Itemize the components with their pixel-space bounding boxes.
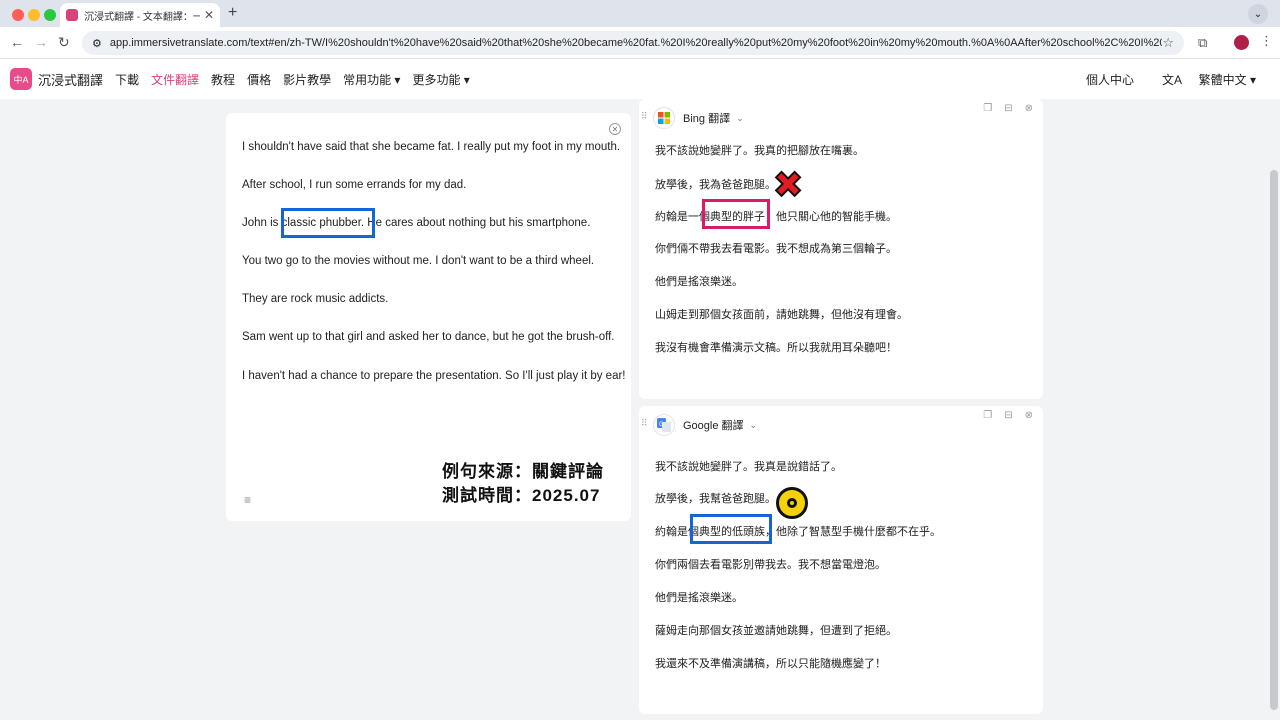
language-selector[interactable]: 文A 繁體中文 ▾ xyxy=(1148,71,1256,88)
highlight-box-phubber xyxy=(281,208,375,238)
engine-name: Google 翻譯 xyxy=(683,420,744,432)
wrong-cross-icon: ✖ xyxy=(772,164,804,205)
highlight-box-wrong xyxy=(702,199,770,229)
browser-tab-bar: 沉浸式翻譯 - 文本翻譯：一鍵翻 ✕ + ⌄ xyxy=(0,0,1280,27)
microsoft-logo-icon xyxy=(653,107,675,129)
engine-name: Bing 翻譯 xyxy=(683,113,731,125)
language-selector-label: 繁體中文 ▾ xyxy=(1198,73,1256,87)
address-toolbar: ← → ↻ ⚙ app.immersivetranslate.com/text#… xyxy=(0,27,1280,59)
copy-icon[interactable]: ❐ xyxy=(983,103,992,114)
profile-avatar[interactable] xyxy=(1234,35,1249,50)
nav-more-features[interactable]: 更多功能 ▾ xyxy=(412,71,469,88)
source-line: They are rock music addicts. xyxy=(242,293,389,305)
tab-search-chevron-icon[interactable]: ⌄ xyxy=(1248,4,1268,24)
translation-line: 他們是搖滾樂迷。 xyxy=(655,592,743,604)
reload-icon[interactable]: ↻ xyxy=(58,34,70,51)
immersive-translate-logo-icon[interactable]: 中A xyxy=(10,68,32,90)
bookmark-star-icon[interactable]: ☆ xyxy=(1162,35,1174,51)
page-scrollbar[interactable] xyxy=(1270,170,1278,710)
nav-common-features[interactable]: 常用功能 ▾ xyxy=(343,71,400,88)
source-line: Sam went up to that girl and asked her t… xyxy=(242,331,615,343)
close-window-button[interactable] xyxy=(12,9,24,21)
extensions-puzzle-icon[interactable]: ⧉ xyxy=(1198,35,1207,51)
tab-favicon-icon xyxy=(66,9,78,21)
browser-tab[interactable]: 沉浸式翻譯 - 文本翻譯：一鍵翻 ✕ xyxy=(60,3,220,27)
browser-menu-icon[interactable]: ⋮ xyxy=(1260,33,1273,49)
translation-line: 山姆走到那個女孩面前，請她跳舞，但他沒有理會。 xyxy=(655,309,908,321)
translation-line: 你們兩個去看電影別帶我去。我不想當電燈泡。 xyxy=(655,559,886,571)
translation-line: 放學後，我幫爸爸跑腿。 xyxy=(655,493,776,505)
tab-close-icon[interactable]: ✕ xyxy=(204,8,214,22)
engine-selector-google[interactable]: G Google 翻譯 ⌄ xyxy=(653,414,757,436)
translation-line: 我還來不及準備演講稿，所以只能隨機應變了！ xyxy=(655,658,886,670)
google-translate-logo-icon: G xyxy=(653,414,675,436)
source-line: You two go to the movies without me. I d… xyxy=(242,255,595,267)
nav-tutorial[interactable]: 教程 xyxy=(211,71,235,88)
translation-line: 放學後，我為爸爸跑腿。 xyxy=(655,179,776,191)
highlight-box-correct xyxy=(690,514,772,544)
clear-text-icon[interactable]: ✕ xyxy=(609,123,621,135)
chevron-down-icon: ⌄ xyxy=(736,112,744,123)
drag-handle-icon[interactable]: ⠿ xyxy=(641,111,648,122)
nav-document-translate[interactable]: 文件翻譯 xyxy=(151,71,199,88)
close-panel-icon[interactable]: ⊗ xyxy=(1025,103,1033,114)
copy-icon[interactable]: ❐ xyxy=(983,410,992,421)
app-navbar: 中A 沉浸式翻譯 下載 文件翻譯 教程 價格 影片教學 常用功能 ▾ 更多功能 … xyxy=(0,59,1280,99)
correct-circle-icon xyxy=(776,487,808,519)
nav-pricing[interactable]: 價格 xyxy=(247,71,271,88)
source-text-panel[interactable]: ✕ I shouldn't have said that she became … xyxy=(226,113,631,521)
compare-icon[interactable]: ⊟ xyxy=(1004,410,1012,421)
overlay-test-date: 測試時間：2025.07 xyxy=(442,486,601,505)
new-tab-plus-icon[interactable]: + xyxy=(228,4,237,22)
source-line: After school, I run some errands for my … xyxy=(242,179,467,191)
translation-line: 約翰是一個典型的胖子，他只關心他的智能手機。 xyxy=(655,211,897,223)
maximize-window-button[interactable] xyxy=(44,9,56,21)
engine-selector-bing[interactable]: Bing 翻譯 ⌄ xyxy=(653,107,744,129)
bing-translation-panel: ⠿ Bing 翻譯 ⌄ ❐ ⊟ ⊗ 我不該說她變胖了。我真的把腳放在嘴裏。 放學… xyxy=(639,99,1043,399)
translation-line: 薩姆走向那個女孩並邀請她跳舞，但遭到了拒絕。 xyxy=(655,625,897,637)
source-line: I shouldn't have said that she became fa… xyxy=(242,141,621,153)
source-line: I haven't had a chance to prepare the pr… xyxy=(242,370,626,382)
nav-download[interactable]: 下載 xyxy=(115,71,139,88)
close-panel-icon[interactable]: ⊗ xyxy=(1025,410,1033,421)
nav-video-tutorial[interactable]: 影片教學 xyxy=(283,71,331,88)
site-info-icon[interactable]: ⚙ xyxy=(92,37,102,50)
tab-title: 沉浸式翻譯 - 文本翻譯：一鍵翻 xyxy=(84,11,200,23)
translation-line: 他們是搖滾樂迷。 xyxy=(655,276,743,288)
compare-icon[interactable]: ⊟ xyxy=(1004,103,1012,114)
translation-line: 我不該說她變胖了。我真的把腳放在嘴裏。 xyxy=(655,145,864,157)
forward-arrow-icon[interactable]: → xyxy=(34,34,48,50)
translation-line: 我沒有機會準備演示文稿。所以我就用耳朵聽吧！ xyxy=(655,342,897,354)
translation-line: 你們倆不帶我去看電影。我不想成為第三個輪子。 xyxy=(655,243,897,255)
translation-line: 我不該說她變胖了。我真是說錯話了。 xyxy=(655,461,842,473)
brand-name[interactable]: 沉浸式翻譯 xyxy=(38,70,103,89)
translate-icon: 文A xyxy=(1161,73,1185,87)
back-arrow-icon[interactable]: ← xyxy=(10,34,24,50)
svg-text:G: G xyxy=(659,422,664,428)
nav-user-center[interactable]: 個人中心 xyxy=(1086,71,1134,88)
format-text-icon[interactable]: ≡ xyxy=(244,493,251,507)
google-translation-panel: ⠿ G Google 翻譯 ⌄ ❐ ⊟ ⊗ 我不該說她變胖了。我真是說錯話了。 … xyxy=(639,406,1043,714)
drag-handle-icon[interactable]: ⠿ xyxy=(641,418,648,429)
url-bar[interactable]: ⚙ app.immersivetranslate.com/text#en/zh-… xyxy=(82,31,1184,55)
chevron-down-icon: ⌄ xyxy=(749,419,758,430)
minimize-window-button[interactable] xyxy=(28,9,40,21)
url-text: app.immersivetranslate.com/text#en/zh-TW… xyxy=(109,37,1163,49)
overlay-source-note: 例句來源：關鍵評論 xyxy=(442,462,604,481)
